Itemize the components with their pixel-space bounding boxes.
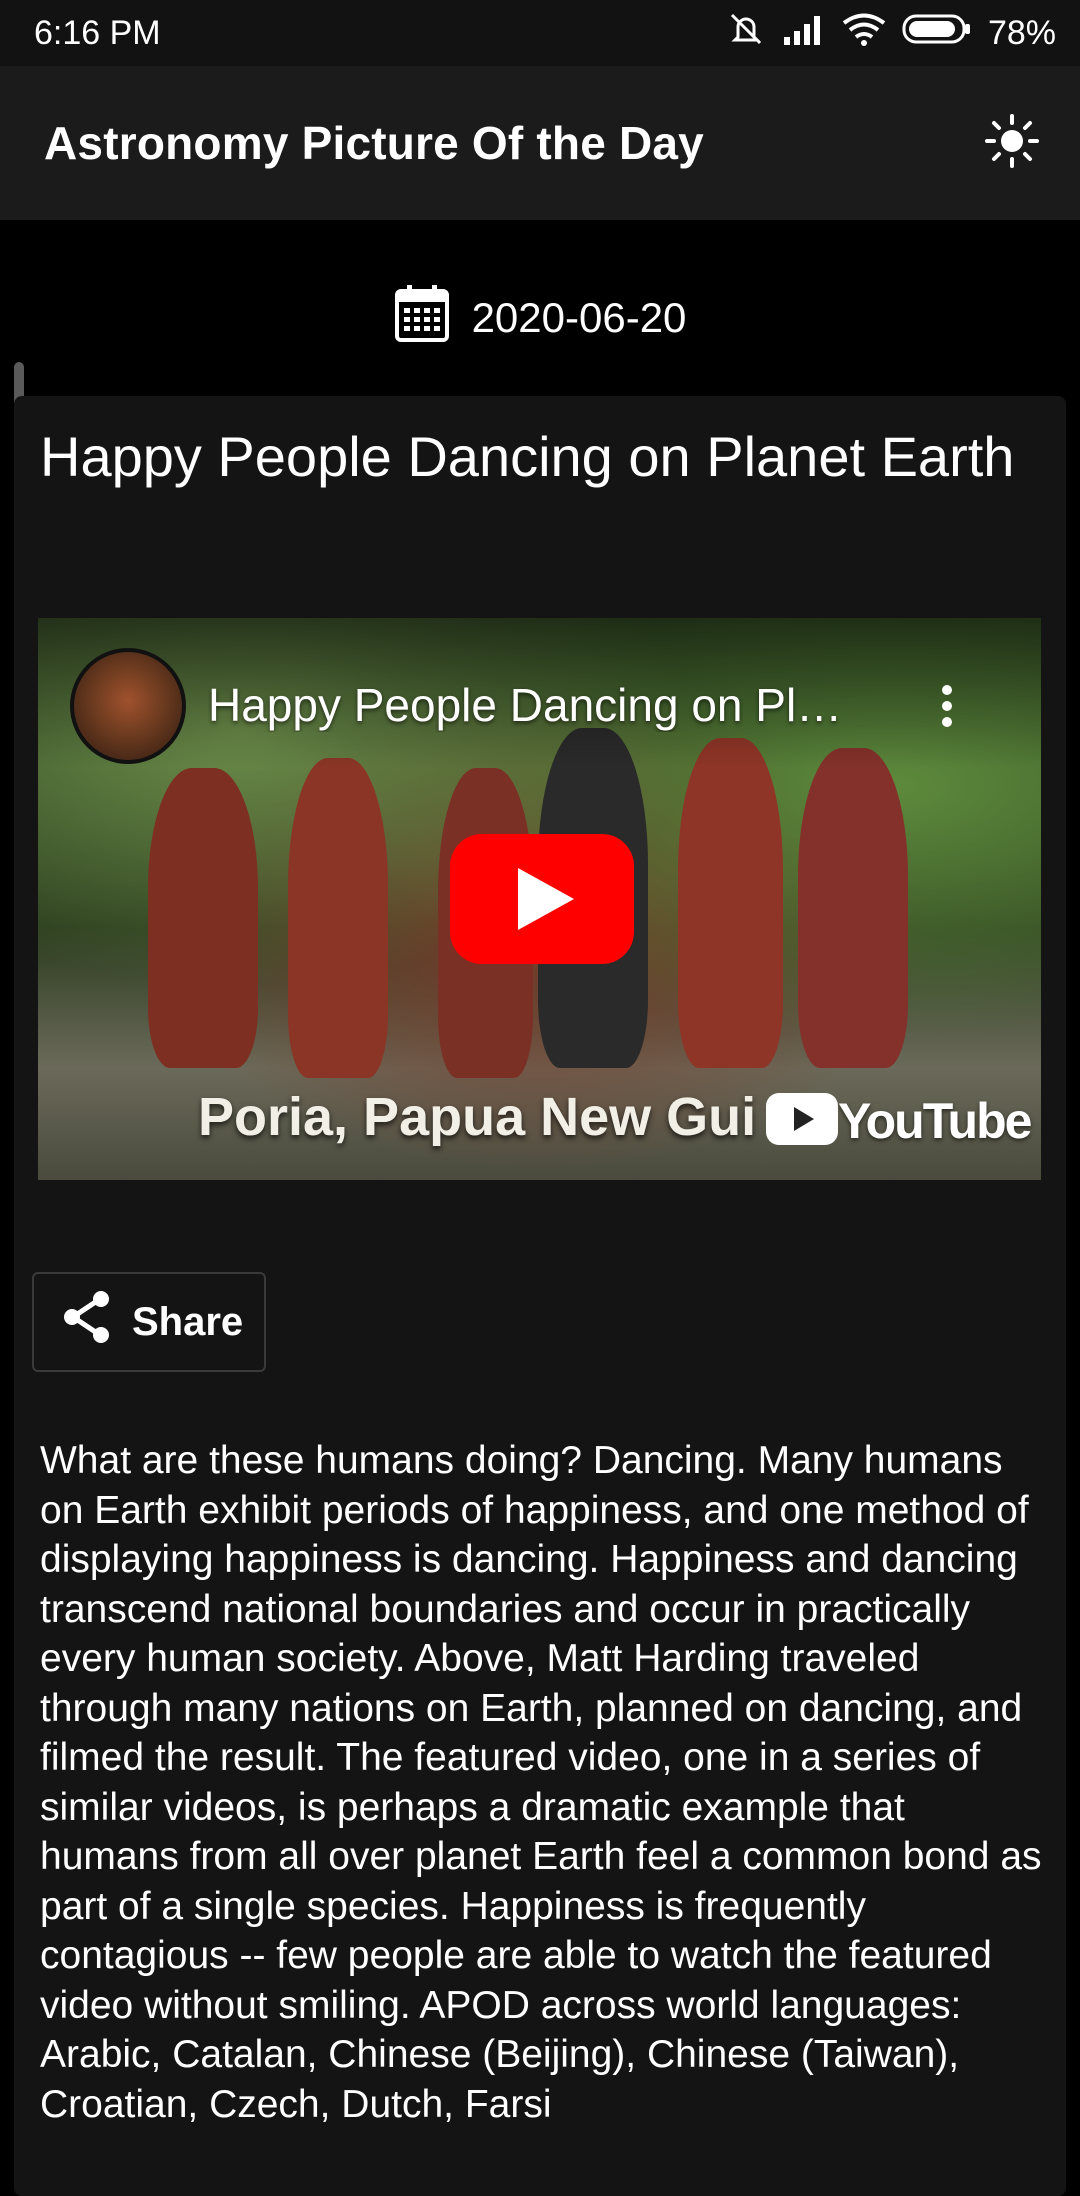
wifi-icon bbox=[842, 12, 886, 55]
app-bar: Astronomy Picture Of the Day bbox=[0, 66, 1080, 220]
channel-avatar[interactable] bbox=[70, 648, 186, 764]
more-vertical-icon[interactable] bbox=[937, 682, 957, 730]
post-description: What are these humans doing? Dancing. Ma… bbox=[40, 1439, 1042, 2126]
calendar-icon bbox=[394, 283, 450, 353]
signal-icon bbox=[782, 13, 826, 54]
video-caption: Poria, Papua New Gui bbox=[198, 1087, 757, 1147]
battery-percent: 78% bbox=[987, 13, 1056, 52]
status-icons: 78% bbox=[726, 11, 1056, 56]
status-time: 6:16 PM bbox=[34, 13, 161, 52]
video-title[interactable]: Happy People Dancing on Pl… bbox=[208, 678, 868, 732]
date-picker-button[interactable]: 2020-06-20 bbox=[0, 280, 1080, 356]
share-label: Share bbox=[132, 1299, 244, 1344]
mute-icon bbox=[726, 11, 766, 56]
app-title: Astronomy Picture Of the Day bbox=[44, 117, 704, 169]
youtube-logo[interactable]: YouTube bbox=[766, 1092, 1032, 1150]
theme-toggle-button[interactable] bbox=[980, 111, 1044, 175]
youtube-logo-icon bbox=[766, 1092, 838, 1150]
share-icon bbox=[60, 1289, 114, 1355]
status-bar: 6:16 PM 78% bbox=[0, 0, 1080, 66]
share-button[interactable]: Share bbox=[32, 1272, 266, 1372]
youtube-logo-text: YouTube bbox=[838, 1093, 1032, 1149]
sun-icon bbox=[984, 113, 1040, 174]
youtube-play-icon[interactable] bbox=[450, 834, 634, 964]
video-player[interactable]: Happy People Dancing on Pl… Poria, Papua… bbox=[38, 618, 1041, 1180]
battery-icon bbox=[902, 13, 972, 54]
post-title: Happy People Dancing on Planet Earth bbox=[40, 425, 1015, 488]
date-value: 2020-06-20 bbox=[471, 294, 687, 341]
